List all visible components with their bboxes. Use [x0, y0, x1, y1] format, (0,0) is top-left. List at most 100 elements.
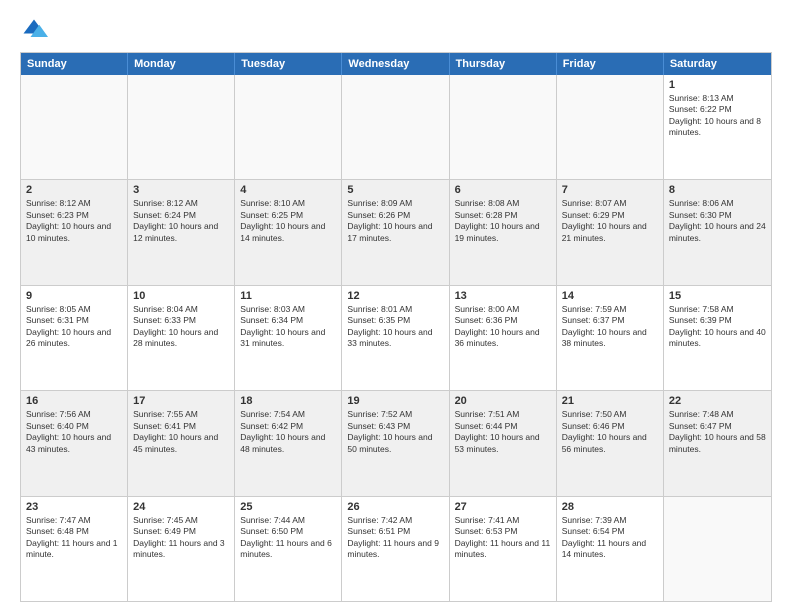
day-info: Sunrise: 8:00 AM Sunset: 6:36 PM Dayligh… [455, 304, 551, 350]
calendar-body: 1Sunrise: 8:13 AM Sunset: 6:22 PM Daylig… [21, 75, 771, 601]
calendar-cell-2: 2 Sunrise: 8:12 AM Sunset: 6:23 PM Daylig… [21, 180, 128, 284]
day-info: Sunrise: 8:12 AM Sunset: 6:24 PM Dayligh… [133, 198, 229, 244]
day-number: 3 [133, 184, 229, 196]
day-info: Sunrise: 8:01 AM Sunset: 6:35 PM Dayligh… [347, 304, 443, 350]
day-number: 26 [347, 501, 443, 513]
day-info: Sunrise: 8:03 AM Sunset: 6:34 PM Dayligh… [240, 304, 336, 350]
day-number: 16 [26, 395, 122, 407]
calendar-cell-5: 5 Sunrise: 8:09 AM Sunset: 6:26 PM Daylig… [342, 180, 449, 284]
calendar-cell-empty-5 [557, 75, 664, 179]
calendar-row-1: 2 Sunrise: 8:12 AM Sunset: 6:23 PM Daylig… [21, 180, 771, 285]
calendar-header: SundayMondayTuesdayWednesdayThursdayFrid… [21, 53, 771, 75]
day-info: Sunrise: 8:10 AM Sunset: 6:25 PM Dayligh… [240, 198, 336, 244]
calendar-cell-4: 4 Sunrise: 8:10 AM Sunset: 6:25 PM Daylig… [235, 180, 342, 284]
day-number: 2 [26, 184, 122, 196]
day-number: 9 [26, 290, 122, 302]
calendar-row-2: 9 Sunrise: 8:05 AM Sunset: 6:31 PM Daylig… [21, 286, 771, 391]
calendar-row-0: 1Sunrise: 8:13 AM Sunset: 6:22 PM Daylig… [21, 75, 771, 180]
calendar-cell-1: 1Sunrise: 8:13 AM Sunset: 6:22 PM Daylig… [664, 75, 771, 179]
calendar-cell-20: 20Sunrise: 7:51 AM Sunset: 6:44 PM Dayli… [450, 391, 557, 495]
day-info: Sunrise: 7:41 AM Sunset: 6:53 PM Dayligh… [455, 515, 551, 561]
day-info: Sunrise: 8:06 AM Sunset: 6:30 PM Dayligh… [669, 198, 766, 244]
day-number: 13 [455, 290, 551, 302]
calendar-cell-26: 26 Sunrise: 7:42 AM Sunset: 6:51 PM Dayli… [342, 497, 449, 601]
day-info: Sunrise: 7:54 AM Sunset: 6:42 PM Dayligh… [240, 409, 336, 455]
day-number: 12 [347, 290, 443, 302]
day-number: 17 [133, 395, 229, 407]
day-number: 18 [240, 395, 336, 407]
calendar-cell-24: 24 Sunrise: 7:45 AM Sunset: 6:49 PM Dayli… [128, 497, 235, 601]
day-number: 22 [669, 395, 766, 407]
calendar-cell-empty-6 [664, 497, 771, 601]
calendar-row-4: 23 Sunrise: 7:47 AM Sunset: 6:48 PM Dayli… [21, 497, 771, 601]
day-number: 5 [347, 184, 443, 196]
day-number: 10 [133, 290, 229, 302]
day-info: Sunrise: 7:42 AM Sunset: 6:51 PM Dayligh… [347, 515, 443, 561]
calendar-cell-empty-3 [342, 75, 449, 179]
day-info: Sunrise: 7:44 AM Sunset: 6:50 PM Dayligh… [240, 515, 336, 561]
calendar-cell-28: 28 Sunrise: 7:39 AM Sunset: 6:54 PM Dayli… [557, 497, 664, 601]
day-info: Sunrise: 7:50 AM Sunset: 6:46 PM Dayligh… [562, 409, 658, 455]
day-info: Sunrise: 8:05 AM Sunset: 6:31 PM Dayligh… [26, 304, 122, 350]
calendar-cell-empty-0 [21, 75, 128, 179]
header-day-sunday: Sunday [21, 53, 128, 75]
header [20, 16, 772, 44]
day-info: Sunrise: 7:48 AM Sunset: 6:47 PM Dayligh… [669, 409, 766, 455]
header-day-saturday: Saturday [664, 53, 771, 75]
day-info: Sunrise: 7:55 AM Sunset: 6:41 PM Dayligh… [133, 409, 229, 455]
calendar-row-3: 16 Sunrise: 7:56 AM Sunset: 6:40 PM Dayli… [21, 391, 771, 496]
day-number: 28 [562, 501, 658, 513]
calendar-cell-27: 27 Sunrise: 7:41 AM Sunset: 6:53 PM Dayli… [450, 497, 557, 601]
header-day-friday: Friday [557, 53, 664, 75]
calendar-cell-8: 8 Sunrise: 8:06 AM Sunset: 6:30 PM Daylig… [664, 180, 771, 284]
calendar-cell-16: 16 Sunrise: 7:56 AM Sunset: 6:40 PM Dayli… [21, 391, 128, 495]
calendar-cell-14: 14 Sunrise: 7:59 AM Sunset: 6:37 PM Dayli… [557, 286, 664, 390]
calendar: SundayMondayTuesdayWednesdayThursdayFrid… [20, 52, 772, 602]
header-day-monday: Monday [128, 53, 235, 75]
day-info: Sunrise: 8:13 AM Sunset: 6:22 PM Dayligh… [669, 93, 766, 139]
calendar-cell-empty-4 [450, 75, 557, 179]
day-info: Sunrise: 7:59 AM Sunset: 6:37 PM Dayligh… [562, 304, 658, 350]
calendar-cell-18: 18 Sunrise: 7:54 AM Sunset: 6:42 PM Dayli… [235, 391, 342, 495]
day-info: Sunrise: 8:04 AM Sunset: 6:33 PM Dayligh… [133, 304, 229, 350]
calendar-cell-23: 23 Sunrise: 7:47 AM Sunset: 6:48 PM Dayli… [21, 497, 128, 601]
day-number: 11 [240, 290, 336, 302]
day-number: 4 [240, 184, 336, 196]
day-number: 21 [562, 395, 658, 407]
day-info: Sunrise: 7:56 AM Sunset: 6:40 PM Dayligh… [26, 409, 122, 455]
day-number: 6 [455, 184, 551, 196]
calendar-cell-10: 10 Sunrise: 8:04 AM Sunset: 6:33 PM Dayli… [128, 286, 235, 390]
calendar-cell-21: 21 Sunrise: 7:50 AM Sunset: 6:46 PM Dayli… [557, 391, 664, 495]
calendar-cell-9: 9 Sunrise: 8:05 AM Sunset: 6:31 PM Daylig… [21, 286, 128, 390]
day-number: 27 [455, 501, 551, 513]
calendar-cell-22: 22 Sunrise: 7:48 AM Sunset: 6:47 PM Dayli… [664, 391, 771, 495]
day-info: Sunrise: 8:07 AM Sunset: 6:29 PM Dayligh… [562, 198, 658, 244]
logo [20, 16, 52, 44]
calendar-cell-25: 25 Sunrise: 7:44 AM Sunset: 6:50 PM Dayli… [235, 497, 342, 601]
day-number: 24 [133, 501, 229, 513]
day-number: 14 [562, 290, 658, 302]
day-number: 19 [347, 395, 443, 407]
day-info: Sunrise: 8:09 AM Sunset: 6:26 PM Dayligh… [347, 198, 443, 244]
day-info: Sunrise: 8:12 AM Sunset: 6:23 PM Dayligh… [26, 198, 122, 244]
day-number: 23 [26, 501, 122, 513]
calendar-cell-12: 12 Sunrise: 8:01 AM Sunset: 6:35 PM Dayli… [342, 286, 449, 390]
day-number: 25 [240, 501, 336, 513]
calendar-cell-11: 11 Sunrise: 8:03 AM Sunset: 6:34 PM Dayli… [235, 286, 342, 390]
day-number: 7 [562, 184, 658, 196]
calendar-cell-17: 17 Sunrise: 7:55 AM Sunset: 6:41 PM Dayli… [128, 391, 235, 495]
day-info: Sunrise: 7:51 AM Sunset: 6:44 PM Dayligh… [455, 409, 551, 455]
day-info: Sunrise: 7:52 AM Sunset: 6:43 PM Dayligh… [347, 409, 443, 455]
day-info: Sunrise: 7:39 AM Sunset: 6:54 PM Dayligh… [562, 515, 658, 561]
day-number: 8 [669, 184, 766, 196]
calendar-cell-6: 6 Sunrise: 8:08 AM Sunset: 6:28 PM Daylig… [450, 180, 557, 284]
header-day-wednesday: Wednesday [342, 53, 449, 75]
logo-icon [20, 16, 48, 44]
day-info: Sunrise: 8:08 AM Sunset: 6:28 PM Dayligh… [455, 198, 551, 244]
day-info: Sunrise: 7:47 AM Sunset: 6:48 PM Dayligh… [26, 515, 122, 561]
day-info: Sunrise: 7:45 AM Sunset: 6:49 PM Dayligh… [133, 515, 229, 561]
calendar-cell-empty-1 [128, 75, 235, 179]
calendar-cell-7: 7 Sunrise: 8:07 AM Sunset: 6:29 PM Daylig… [557, 180, 664, 284]
day-number: 15 [669, 290, 766, 302]
calendar-cell-13: 13 Sunrise: 8:00 AM Sunset: 6:36 PM Dayli… [450, 286, 557, 390]
